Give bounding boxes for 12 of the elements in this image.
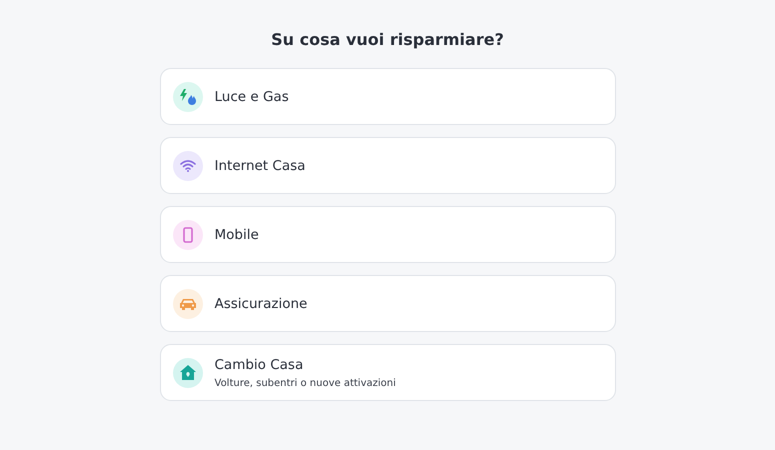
car-icon bbox=[178, 296, 196, 310]
option-card[interactable]: Mobile bbox=[160, 206, 616, 263]
option-description: Volture, subentri o nuove attivazioni bbox=[214, 378, 396, 388]
wifi-icon bbox=[180, 160, 196, 172]
option-card[interactable]: Luce e Gas bbox=[160, 68, 616, 125]
option-card[interactable]: Cambio Casa Volture, subentri o nuove attivazioni bbox=[160, 344, 616, 401]
phone-icon bbox=[182, 226, 192, 242]
option-card[interactable]: Internet Casa bbox=[160, 137, 616, 194]
house-icon bbox=[178, 364, 196, 381]
bolt-flame-icon bbox=[178, 88, 196, 106]
page-title: Su cosa vuoi risparmiare? bbox=[271, 30, 504, 49]
option-card[interactable]: Assicurazione bbox=[160, 275, 616, 332]
